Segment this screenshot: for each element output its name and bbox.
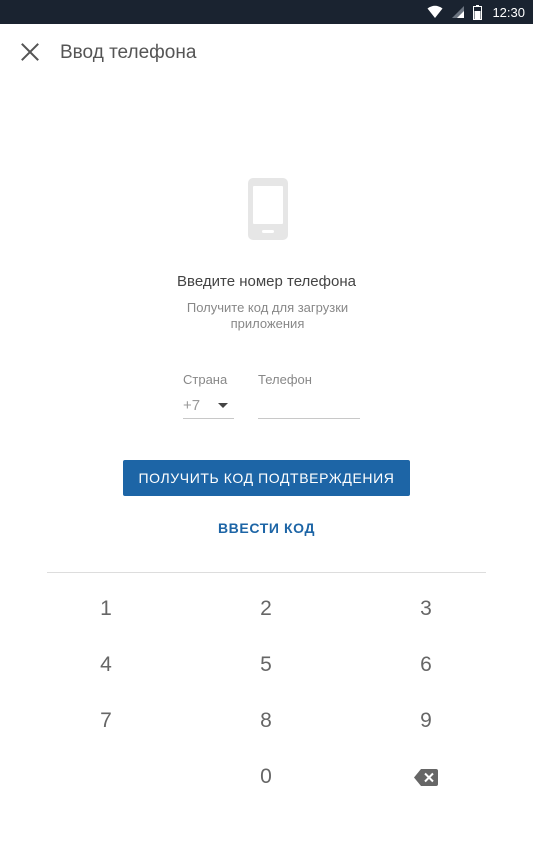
- heading: Введите номер телефона: [177, 273, 356, 290]
- dropdown-arrow-icon: [218, 403, 228, 408]
- subheading: Получите код для загрузки приложения: [186, 300, 349, 331]
- country-code-select[interactable]: +7: [183, 395, 234, 419]
- battery-icon: [473, 4, 483, 20]
- page-title: Ввод телефона: [60, 42, 197, 63]
- country-label: Страна: [183, 372, 228, 387]
- close-button[interactable]: [14, 36, 46, 68]
- smartphone-icon: [248, 178, 288, 240]
- status-bar: 12:30: [0, 0, 533, 24]
- country-code-value: +7: [183, 397, 201, 414]
- key-5[interactable]: 5: [186, 637, 346, 693]
- signal-icon: [452, 6, 465, 18]
- app-bar: Ввод телефона: [0, 24, 533, 80]
- key-0[interactable]: 0: [186, 749, 346, 805]
- enter-code-button[interactable]: ВВЕСТИ КОД: [0, 520, 533, 536]
- backspace-button[interactable]: [346, 749, 506, 805]
- key-6[interactable]: 6: [346, 637, 506, 693]
- phone-number-input[interactable]: [258, 395, 360, 419]
- key-8[interactable]: 8: [186, 693, 346, 749]
- key-7[interactable]: 7: [26, 693, 186, 749]
- status-time: 12:30: [492, 4, 525, 20]
- phone-label: Телефон: [258, 372, 312, 387]
- close-icon: [21, 43, 39, 61]
- key-3[interactable]: 3: [346, 581, 506, 637]
- get-code-button[interactable]: ПОЛУЧИТЬ КОД ПОДТВЕРЖДЕНИЯ: [123, 460, 410, 496]
- status-icons: 12:30: [427, 0, 525, 24]
- wifi-icon: [427, 5, 443, 18]
- backspace-icon: [414, 768, 438, 786]
- key-1[interactable]: 1: [26, 581, 186, 637]
- key-4[interactable]: 4: [26, 637, 186, 693]
- divider: [47, 572, 486, 573]
- numeric-keypad: 1 2 3 4 5 6 7 8 9 0: [26, 581, 506, 805]
- key-2[interactable]: 2: [186, 581, 346, 637]
- key-9[interactable]: 9: [346, 693, 506, 749]
